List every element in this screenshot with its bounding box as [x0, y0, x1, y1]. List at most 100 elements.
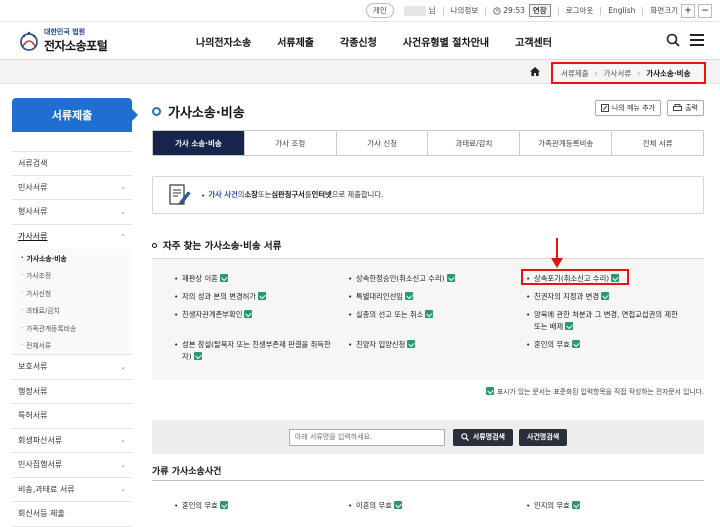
doc-link-limited-acceptance[interactable]: 상속한정승인(취소신고 수리): [348, 273, 516, 285]
zoom-in-button[interactable]: +: [681, 3, 695, 18]
main-header: 대한민국 법원 전자소송포털 나의전자소송 서류제출 각종신청 사건유형별 절차…: [0, 22, 720, 60]
print-button[interactable]: 출력: [667, 100, 704, 116]
sidebar-item-non-contentious[interactable]: 비송,과태료 서류 ⌄: [12, 478, 132, 502]
logout-link[interactable]: 로그아웃: [566, 5, 594, 16]
doc-search-area: 서류명검색 사건명검색: [152, 420, 704, 454]
logo-title: 전자소송포털: [44, 39, 108, 53]
gnb-item-customer-center[interactable]: 고객센터: [515, 34, 552, 49]
e-form-icon: [393, 501, 402, 509]
doc-link-surname-change[interactable]: 자의 성과 본의 변경허가: [174, 291, 332, 303]
title-bullet-icon: [152, 107, 161, 116]
search-icon[interactable]: [666, 33, 680, 47]
e-form-legend: 표시가 있는 문서는 표준화된 입력항목을 직접 작성하는 전자문서 입니다.: [152, 386, 704, 396]
e-form-icon: [244, 310, 253, 318]
breadcrumb-bar: 서류제출 › 가사서류 › 가사소송·비송: [0, 60, 720, 84]
doc-link-marriage-nullity-ga[interactable]: 혼인의 무효: [174, 500, 332, 512]
tab-family-application[interactable]: 가사 신청: [337, 131, 429, 155]
tab-all-docs[interactable]: 전체 서류: [612, 131, 703, 155]
doc-link-parentage[interactable]: 친생자관계존부확인: [174, 309, 332, 321]
sidebar: 서류제출 서류검색 민사서류⌄ 형사서류⌄ 가사서류⌃ 가사소송·비송 가사조정…: [12, 98, 138, 527]
add-my-menu-button[interactable]: 나의 메뉴 추가: [595, 100, 662, 116]
e-form-icon: [425, 310, 434, 318]
chevron-down-icon: ⌄: [120, 436, 126, 445]
tab-family-mediation[interactable]: 가사 조정: [245, 131, 337, 155]
sidebar-item-civil[interactable]: 민사서류 ⌄: [12, 176, 132, 200]
session-timer: 29:53: [503, 6, 525, 15]
doc-link-full-adoption[interactable]: 친양자 입양신청: [348, 339, 516, 351]
case-name-search-button[interactable]: 사건명검색: [519, 428, 568, 446]
doc-link-child-rearing[interactable]: 양육에 관한 처분과 그 변경, 면접교섭권의 제한 또는 배제: [526, 309, 684, 333]
sidebar-item-rehabilitation[interactable]: 회생파산서류 ⌄: [12, 429, 132, 453]
home-icon[interactable]: [530, 67, 540, 76]
doc-name-search-button[interactable]: 서류명검색: [452, 428, 513, 446]
english-link[interactable]: English: [608, 6, 635, 15]
e-form-icon: [219, 501, 228, 509]
doc-link-special-agent[interactable]: 특별대리인선임: [348, 291, 516, 303]
chevron-down-icon: ⌄: [120, 460, 126, 469]
gnb-item-doc-submit[interactable]: 서류제출: [277, 34, 314, 49]
doc-link-divorce-nullity[interactable]: 이혼의 무효: [348, 500, 516, 512]
global-nav: 나의전자소송 서류제출 각종신청 사건유형별 절차안내 고객센터: [196, 22, 578, 60]
breadcrumb-item-family-docs[interactable]: 가사서류: [604, 68, 632, 79]
sidebar-sub-fine[interactable]: 과태료/감치: [12, 302, 132, 320]
court-emblem-icon: [20, 31, 38, 51]
e-form-icon: [565, 322, 574, 330]
doc-link-surname-creation[interactable]: 성본 창설(탈북자 또는 친생부존재 판결을 취득한 자): [174, 339, 332, 363]
breadcrumb: 서류제출 › 가사서류 › 가사소송·비송: [551, 62, 706, 84]
chevron-down-icon: ⌄: [120, 485, 126, 494]
gnb-item-procedure-guide[interactable]: 사건유형별 절차안내: [403, 34, 489, 49]
chevron-up-icon: ⌃: [120, 232, 126, 241]
arrow-down-icon: [551, 238, 563, 268]
clock-icon: [493, 6, 501, 15]
tab-fine[interactable]: 과태료/감치: [428, 131, 521, 155]
logo-subtitle: 대한민국 법원: [44, 28, 86, 36]
sidebar-sub-family-registry[interactable]: 가족관계등록비송: [12, 319, 132, 337]
edit-icon: [601, 104, 610, 112]
document-pen-icon: [169, 184, 191, 205]
notice-box: • 가사 사건 의 소장 또는 심판청구서 를 인터넷 으로 제출합니다.: [152, 176, 704, 214]
doc-link-missing-declaration[interactable]: 실종의 선고 또는 취소: [348, 309, 516, 321]
gnb-item-my-ecourt[interactable]: 나의전자소송: [196, 34, 251, 49]
sidebar-item-patent[interactable]: 특허서류: [12, 404, 132, 429]
sidebar-item-family[interactable]: 가사서류 ⌃: [12, 225, 132, 250]
sidebar-item-reply-submit[interactable]: 회신서등 제출: [12, 502, 132, 527]
logo[interactable]: 대한민국 법원 전자소송포털: [18, 27, 108, 54]
search-icon: [461, 433, 469, 441]
sidebar-sub-family-litigation[interactable]: 가사소송·비송: [12, 249, 132, 267]
printer-icon: [673, 104, 683, 111]
e-form-icon: [193, 352, 202, 360]
highlight-box: [521, 269, 629, 285]
e-form-icon: [219, 274, 228, 282]
chevron-down-icon: ⌄: [120, 183, 126, 192]
sidebar-item-civil-execution[interactable]: 민사집행서류 ⌄: [12, 453, 132, 478]
sidebar-sub-family-application[interactable]: 가사신청: [12, 284, 132, 302]
user-type-badge[interactable]: 개인: [365, 3, 394, 18]
e-form-icon: [446, 274, 455, 282]
menu-icon[interactable]: [690, 34, 704, 46]
doc-link-recognition-nullity[interactable]: 인지의 무효: [526, 500, 684, 512]
sidebar-item-criminal[interactable]: 형사서류 ⌄: [12, 200, 132, 225]
gnb-item-applications[interactable]: 각종신청: [340, 34, 377, 49]
zoom-out-button[interactable]: −: [698, 3, 712, 18]
doc-link-marriage-nullity[interactable]: 혼인의 무효: [526, 339, 684, 351]
e-form-icon: [407, 340, 416, 348]
breadcrumb-item-doc-submit[interactable]: 서류제출: [561, 68, 589, 79]
extend-button[interactable]: 연장: [528, 4, 551, 17]
sidebar-sub-all-docs[interactable]: 전체서류: [12, 337, 132, 355]
user-name-masked: [403, 5, 426, 16]
sidebar-item-protection[interactable]: 보호서류 ⌄: [12, 355, 132, 380]
breadcrumb-separator: ›: [594, 68, 598, 78]
tab-family-litigation[interactable]: 가사 소송·비송: [153, 131, 245, 155]
sidebar-sub-family-mediation[interactable]: 가사조정: [12, 267, 132, 285]
sidebar-item-administrative[interactable]: 행정서류: [12, 380, 132, 404]
doc-link-custody-designation[interactable]: 친권자의 지정과 변경: [526, 291, 684, 303]
tab-family-registry[interactable]: 가족관계등록비송: [520, 131, 613, 155]
sidebar-item-doc-search[interactable]: 서류검색: [12, 151, 132, 176]
myinfo-link[interactable]: 나의정보: [451, 5, 479, 16]
e-form-icon: [258, 292, 267, 300]
utility-bar: 개인 님 나의정보 29:53 연장 로그아웃 English 화면크기 + −: [0, 0, 720, 22]
e-form-icon: [485, 387, 494, 395]
breadcrumb-separator: ›: [637, 68, 641, 78]
doc-link-divorce[interactable]: 재판상 이혼: [174, 273, 332, 285]
doc-name-search-input[interactable]: [288, 428, 445, 446]
